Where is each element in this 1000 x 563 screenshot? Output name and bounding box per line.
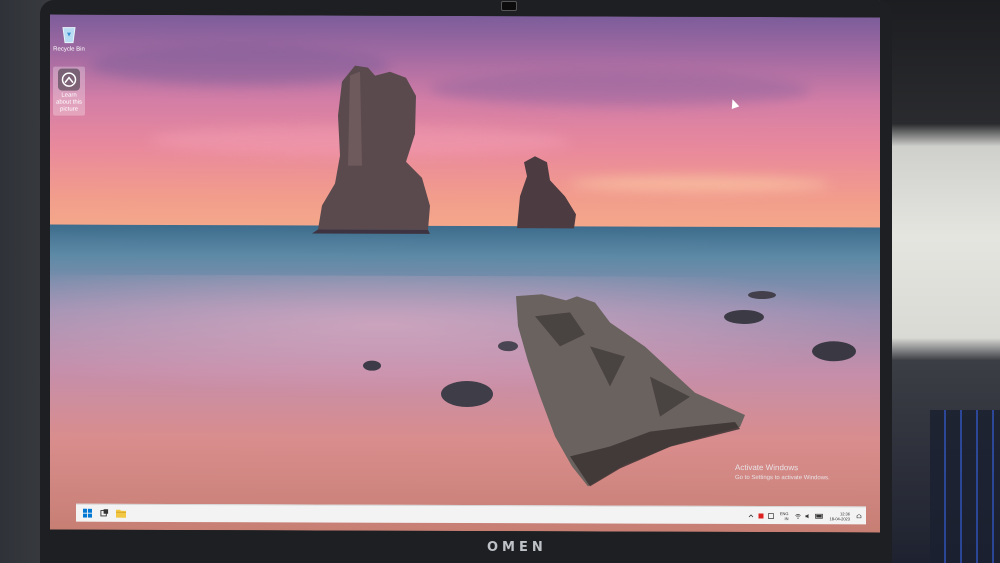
battery-icon[interactable] <box>814 513 824 519</box>
start-button[interactable] <box>81 507 93 519</box>
learn-picture-icon <box>58 68 80 91</box>
folder-icon <box>116 509 126 518</box>
tray-security-icon[interactable] <box>767 512 774 519</box>
volume-icon[interactable] <box>805 513 811 519</box>
desktop-icon-recycle-bin[interactable]: Recycle Bin <box>53 23 85 54</box>
tray-chevron-icon[interactable] <box>748 512 754 518</box>
desktop-icon-label: Recycle Bin <box>53 46 85 53</box>
taskview-icon <box>99 509 108 517</box>
watermark-subtitle: Go to Settings to activate Windows. <box>735 474 830 482</box>
wifi-icon[interactable] <box>794 513 801 519</box>
desktop-icon-learn-about-this-picture[interactable]: Learn about this picture <box>53 66 85 116</box>
desktop-screen[interactable]: Recycle Bin Learn about this picture Act… <box>50 14 880 533</box>
notification-icon[interactable] <box>856 513 862 519</box>
webcam-icon <box>501 1 517 11</box>
windows-logo-icon <box>82 508 92 518</box>
clock[interactable]: 12:36 18-04-2023 <box>830 511 850 521</box>
wallpaper-rocks <box>312 65 856 487</box>
language-indicator[interactable]: ENG IN <box>780 511 789 521</box>
laptop-brand: OMEN <box>487 540 547 555</box>
recycle-bin-icon <box>58 23 80 45</box>
activate-windows-watermark: Activate Windows Go to Settings to activ… <box>735 463 830 483</box>
taskbar: ENG IN 12:36 18-04-2023 <box>76 503 866 525</box>
file-explorer-button[interactable] <box>115 507 127 519</box>
system-tray: ENG IN 12:36 18-04-2023 <box>748 507 866 524</box>
desktop-icon-label: Learn about this picture <box>55 92 83 113</box>
search-button[interactable] <box>98 507 110 519</box>
tray-app-icon[interactable] <box>758 513 764 519</box>
background-keyboard <box>930 410 1000 563</box>
watermark-title: Activate Windows <box>735 462 799 473</box>
clock-date: 18-04-2023 <box>829 515 850 521</box>
